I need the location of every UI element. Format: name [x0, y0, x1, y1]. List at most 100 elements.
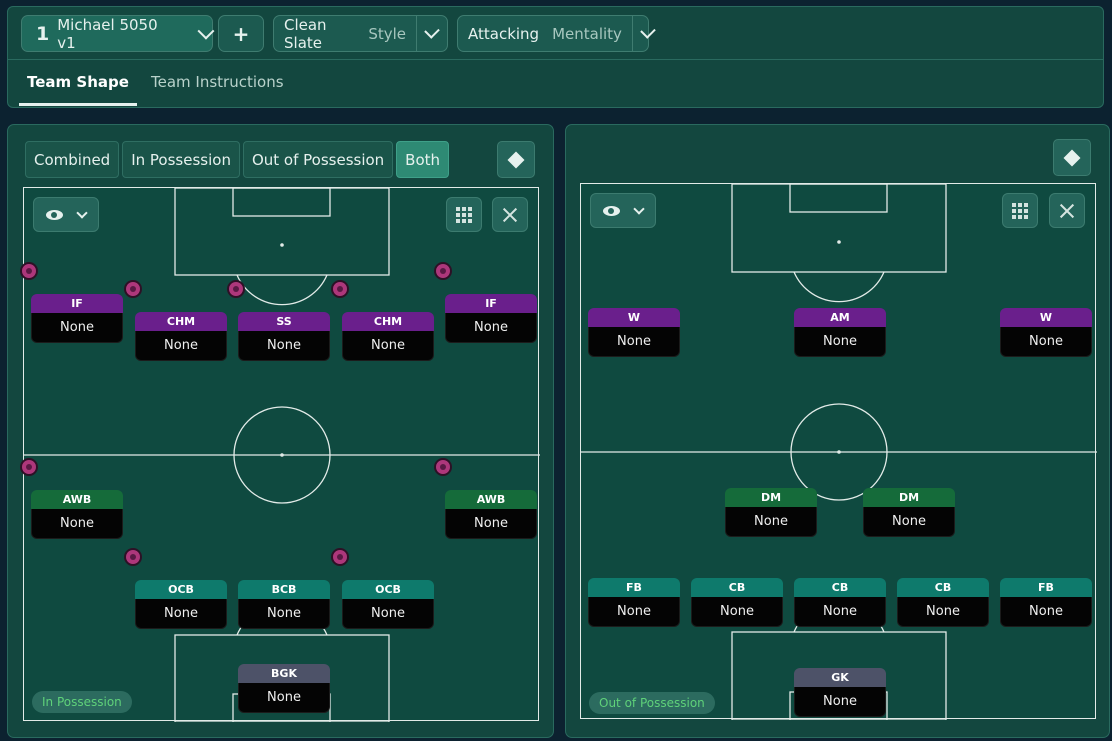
player-name: None	[445, 509, 537, 539]
phase-combined[interactable]: Combined	[25, 141, 120, 178]
role-label: DM	[725, 488, 817, 507]
player-name: None	[238, 683, 330, 713]
player-name: None	[794, 597, 886, 627]
player-name: None	[238, 599, 330, 629]
role-label: IF	[31, 294, 123, 313]
pitch-in-possession: In Possession IF None CHM None SS None CHM None…	[20, 187, 540, 722]
pitch-markings	[581, 184, 1097, 720]
player-name: None	[342, 599, 434, 629]
phase-badge: In Possession	[32, 691, 132, 713]
grid-toggle-button[interactable]	[1002, 193, 1038, 228]
right-formation-panel: Out of Possession W None AM None W None DM None…	[565, 124, 1110, 738]
player-name: None	[1000, 327, 1092, 357]
tactic-number: 1	[36, 22, 50, 45]
chevron-down-icon	[633, 202, 645, 215]
role-label: AWB	[445, 490, 537, 509]
left-formation-panel: Combined In Possession Out of Possession…	[7, 124, 554, 738]
chevron-down-icon	[640, 22, 656, 39]
mentality-value: Attacking	[468, 24, 540, 43]
ball-icon	[434, 262, 452, 280]
diamond-icon	[507, 151, 525, 168]
tab-team-instructions[interactable]: Team Instructions	[151, 73, 284, 106]
role-label: OCB	[135, 580, 227, 599]
role-label: W	[1000, 308, 1092, 327]
player-name: None	[31, 509, 123, 539]
expand-icon	[1060, 204, 1074, 218]
role-label: FB	[588, 578, 680, 597]
eye-icon	[46, 209, 63, 220]
player-name: None	[725, 507, 817, 537]
role-label: SS	[238, 312, 330, 331]
player-name: None	[238, 331, 330, 361]
style-selector[interactable]: Clean Slate Style	[273, 15, 448, 52]
tactic-selector[interactable]: 1 Michael 5050 v1	[21, 15, 215, 52]
tab-team-shape[interactable]: Team Shape	[19, 73, 137, 106]
expand-button[interactable]	[1049, 193, 1085, 228]
phase-badge: Out of Possession	[589, 692, 715, 714]
ball-icon	[20, 262, 38, 280]
pitch-out-of-possession: Out of Possession W None AM None W None DM None…	[580, 183, 1097, 720]
player-name: None	[691, 597, 783, 627]
phase-both[interactable]: Both	[396, 141, 450, 178]
ball-icon	[124, 548, 142, 566]
pitch-markings	[24, 188, 540, 722]
mentality-selector[interactable]: Attacking Mentality	[457, 15, 656, 52]
eye-icon	[603, 205, 620, 216]
panel-options-button[interactable]	[497, 141, 535, 178]
chevron-down-icon	[197, 22, 215, 39]
player-name: None	[1000, 597, 1092, 627]
style-value: Clean Slate	[284, 15, 327, 52]
role-label: BCB	[238, 580, 330, 599]
role-label: CB	[794, 578, 886, 597]
style-label: Style	[368, 24, 406, 43]
grid-icon	[1012, 202, 1028, 219]
player-name: None	[342, 331, 434, 361]
role-label: AM	[794, 308, 886, 327]
role-label: FB	[1000, 578, 1092, 597]
role-label: CB	[691, 578, 783, 597]
view-options-button[interactable]	[590, 193, 656, 228]
role-label: DM	[863, 488, 955, 507]
player-name: None	[445, 313, 537, 343]
ball-icon	[331, 280, 349, 298]
role-label: W	[588, 308, 680, 327]
header-tabs: Team Shape Team Instructions	[8, 59, 1103, 109]
player-name: None	[135, 599, 227, 629]
role-label: OCB	[342, 580, 434, 599]
role-label: AWB	[31, 490, 123, 509]
phase-selector: Combined In Possession Out of Possession…	[25, 141, 450, 178]
grid-icon	[456, 206, 472, 223]
expand-icon	[503, 208, 517, 222]
phase-in-possession[interactable]: In Possession	[122, 141, 240, 178]
mentality-label: Mentality	[552, 24, 622, 43]
diamond-icon	[1063, 149, 1081, 166]
player-name: None	[588, 327, 680, 357]
ball-icon	[434, 458, 452, 476]
role-label: CHM	[135, 312, 227, 331]
chevron-down-icon	[76, 206, 88, 219]
view-options-button[interactable]	[33, 197, 99, 232]
panel-options-button[interactable]	[1053, 139, 1091, 176]
player-name: None	[863, 507, 955, 537]
role-label: GK	[794, 668, 886, 687]
role-label: BGK	[238, 664, 330, 683]
plus-icon: +	[232, 21, 250, 46]
player-name: None	[135, 331, 227, 361]
add-tactic-button[interactable]: +	[218, 15, 264, 52]
ball-icon	[227, 280, 245, 298]
ball-icon	[124, 280, 142, 298]
role-label: IF	[445, 294, 537, 313]
ball-icon	[20, 458, 38, 476]
role-label: CHM	[342, 312, 434, 331]
player-name: None	[588, 597, 680, 627]
chevron-down-icon	[424, 22, 440, 39]
grid-toggle-button[interactable]	[446, 197, 482, 232]
player-name: None	[31, 313, 123, 343]
player-name: None	[794, 327, 886, 357]
role-label: CB	[897, 578, 989, 597]
tactics-header: 1 Michael 5050 v1 + Clean Slate Style At…	[7, 6, 1104, 108]
phase-out-of-possession[interactable]: Out of Possession	[242, 141, 394, 178]
ball-icon	[331, 548, 349, 566]
player-name: None	[897, 597, 989, 627]
expand-button[interactable]	[492, 197, 528, 232]
